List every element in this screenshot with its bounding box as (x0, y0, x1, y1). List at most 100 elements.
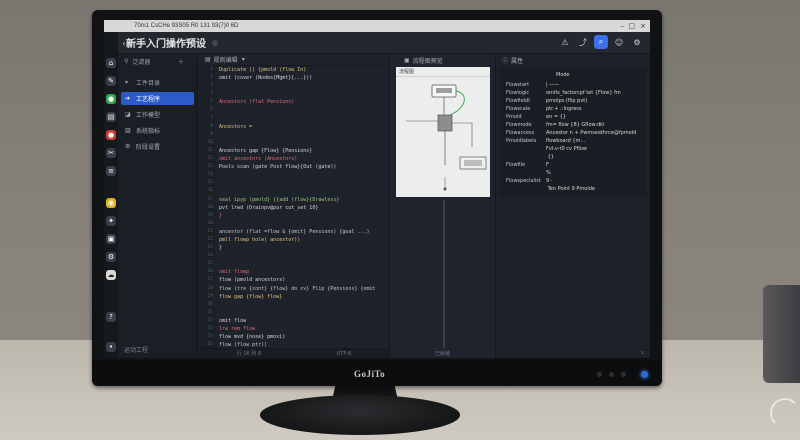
window-titlebar: 70m1 CsCHe 93S05 R0 131 93(7)0 6D – □ × (104, 20, 650, 32)
property-row[interactable]: Fvl:v-t0 cv Pflow (506, 146, 587, 152)
code-line[interactable]: Pools scan (gate Post flow}{Out (gate)) (219, 163, 387, 171)
store-icon[interactable]: ▣ (106, 234, 116, 244)
preview-panel-title: 流程图预览 (412, 57, 443, 65)
code-line[interactable]: omit flow (219, 317, 387, 325)
search-icon[interactable]: ⌕ (594, 35, 608, 49)
code-line[interactable]: } (219, 212, 387, 220)
code-line[interactable] (219, 220, 387, 228)
record-icon[interactable]: ● (106, 130, 116, 140)
tools-icon[interactable]: ✂ (106, 148, 116, 158)
property-row[interactable]: Flowfile F (506, 162, 549, 168)
sidebar-item-model[interactable]: ◪ 工作模型 (121, 108, 194, 121)
monitor-button[interactable] (597, 372, 602, 377)
line-gutter: 1 2 3 4 5 6 7 8 9 10 11 12 13 14 15 16 17 18 19 20 21 22 23 24 2… (199, 66, 215, 355)
editor-tab[interactable]: ▤ 规则编辑 ▾ (199, 54, 389, 66)
property-row[interactable]: Pmold en = {} (506, 114, 566, 120)
line-number: 25 (207, 261, 213, 267)
property-row[interactable]: Ten Point 9 Pmolde (506, 186, 595, 192)
code-line[interactable]: omit flowp (219, 268, 387, 276)
property-row[interactable]: Flowstart | —— (506, 82, 559, 88)
add-icon[interactable]: ＋ (178, 57, 184, 66)
code-line[interactable]: seal ipyp (pmold} {{add (flow}{Drawless} (219, 196, 387, 204)
code-line[interactable]: Ancestors (flat Pensions) (219, 98, 387, 106)
monitor-button[interactable] (609, 372, 614, 377)
property-row[interactable]: {} (506, 154, 554, 160)
code-line[interactable]: pvt lrwd (Drainpv@pur cut_set 10} (219, 204, 387, 212)
app-icon[interactable]: ✦ (106, 216, 116, 226)
project-status-icon[interactable]: ◎ (212, 39, 218, 47)
property-value: % (546, 170, 551, 176)
property-row[interactable]: Flowscale ptr.+ ::Ingress (506, 106, 582, 112)
pencil-icon[interactable]: ✎ (106, 76, 116, 86)
code-line[interactable] (219, 171, 387, 179)
sidebar-group[interactable]: ▾ 工件目录 (121, 76, 194, 89)
property-row[interactable]: Flowfieldt pmolps (flip pvt) (506, 98, 587, 104)
code-line[interactable] (219, 115, 387, 123)
code-line[interactable]: omit (cover (Nodes{Mgmt}{...})) (219, 74, 387, 82)
chevron-down-icon[interactable]: ▾ (242, 56, 245, 63)
code-line[interactable] (219, 252, 387, 260)
flowchart-preview[interactable]: 流程图 (396, 67, 490, 197)
code-line[interactable] (219, 301, 387, 309)
help-icon[interactable]: ? (106, 312, 116, 322)
sidebar-item-stage[interactable]: ⚙ 阶段设置 (121, 140, 194, 153)
user-icon[interactable]: ☺ (612, 35, 626, 49)
monitor-stand-base (260, 395, 460, 435)
property-row[interactable]: % (506, 170, 551, 176)
code-line[interactable]: flow mvd {nose} pmoxi) (219, 333, 387, 341)
code-line[interactable] (219, 90, 387, 98)
code-line[interactable]: ancestor (flat =flow & {omit} Pensions) … (219, 228, 387, 236)
line-number: 2 (210, 75, 213, 81)
monitor-button[interactable] (621, 372, 626, 377)
code-line[interactable]: flow (pmold ancestors) (219, 276, 387, 284)
browser-icon[interactable]: ◉ (106, 198, 116, 208)
code-line[interactable] (219, 106, 387, 114)
minimize-icon[interactable]: – (621, 22, 625, 30)
code-line[interactable]: flow gap {flow} flow} (219, 293, 387, 301)
code-line[interactable] (219, 82, 387, 90)
code-line[interactable]: Ancestors gap {Flow} {Pensions} (219, 147, 387, 155)
cloud-icon[interactable]: ☁ (106, 270, 116, 280)
code-line[interactable] (219, 179, 387, 187)
gear-icon[interactable]: ⚙ (106, 252, 116, 262)
code-line[interactable]: flow (tre {cont} {flow} do cv} Flip {Pen… (219, 285, 387, 293)
code-line[interactable] (219, 187, 387, 195)
code-line[interactable] (219, 309, 387, 317)
code-line[interactable]: Duplicate () {pmold (flow In) (219, 66, 387, 74)
code-line[interactable] (219, 139, 387, 147)
list-icon[interactable]: ≡ (106, 166, 116, 176)
code-line[interactable]: omit ancestors (Ancestors) (219, 155, 387, 163)
sidebar-item-process[interactable]: ➜ 工艺程序 (121, 92, 194, 105)
code-line[interactable]: Ancestors = (219, 123, 387, 131)
share-icon[interactable]: ⤴ (576, 35, 590, 49)
chat-icon[interactable]: ● (106, 94, 116, 104)
properties-list[interactable]: Mode Flowstart | —— Flowlogic omits_factorc… (500, 68, 646, 196)
warning-icon[interactable]: ⚠ (558, 35, 572, 49)
code-line[interactable]: } (219, 244, 387, 252)
power-led-icon[interactable] (641, 371, 648, 378)
encoding[interactable]: UTF-8 (337, 351, 352, 357)
property-row[interactable]: Pmoldlabels flowboard {m... (506, 138, 585, 144)
back-icon[interactable]: ‹ (120, 36, 128, 50)
maximize-icon[interactable]: □ (628, 22, 635, 30)
flow-node-selected[interactable] (437, 114, 453, 132)
bell-icon[interactable]: • (106, 342, 116, 352)
filter-icon[interactable]: ⚲ (124, 58, 128, 65)
property-row[interactable]: Flowmode fm= flow {8} Gflow:dkl (506, 122, 604, 128)
sidebar-item-metrics[interactable]: ▥ 系统指标 (121, 124, 194, 137)
code-line[interactable] (219, 131, 387, 139)
code-line[interactable] (219, 260, 387, 268)
property-row[interactable]: Flowlogic omits_factorcpf tet {Flow} fm (506, 90, 621, 96)
home-icon[interactable]: ⌂ (106, 58, 116, 68)
sidebar-footer[interactable]: 运动工程 (124, 345, 148, 354)
code-editor[interactable]: ▤ 规则编辑 ▾ 1 2 3 4 5 6 7 8 9 10 11 12 13 14 15 16 17 18 19 20… (199, 54, 389, 358)
files-icon[interactable]: ▤ (106, 112, 116, 122)
folder-icon: ▾ (125, 79, 129, 86)
code-line[interactable]: lrw rem flow (219, 325, 387, 333)
settings-icon[interactable]: ⚙ (630, 35, 644, 49)
property-row[interactable]: Flowspecialist 9 - (506, 178, 553, 184)
property-row[interactable]: Flowaccess Ancestor n + Pwmseathrce@fpmol… (506, 130, 636, 136)
close-icon[interactable]: × (640, 22, 646, 30)
code-area[interactable]: Duplicate () {pmold (flow In) omit (cover… (219, 66, 387, 356)
code-line[interactable]: pmll flowp hole( ancestor)) (219, 236, 387, 244)
